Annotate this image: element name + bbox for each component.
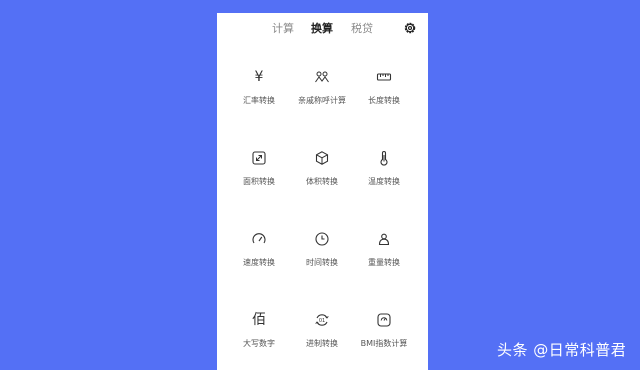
bai-character-icon: 佰 bbox=[252, 312, 266, 328]
tool-bmi[interactable]: BMI指数计算 bbox=[351, 312, 417, 349]
clock-icon bbox=[315, 232, 329, 246]
tool-label: 重量转换 bbox=[368, 258, 400, 267]
converter-panel: 计算 换算 税贷 ¥ 汇率转换 亲戚称呼计算 长度转换 面积转换 体积转换 温度… bbox=[217, 13, 428, 370]
tool-capital-numbers[interactable]: 佰 大写数字 bbox=[226, 312, 292, 349]
tool-length[interactable]: 长度转换 bbox=[351, 69, 417, 106]
yen-icon: ¥ bbox=[254, 69, 264, 85]
binary-icon: 01 bbox=[315, 314, 329, 326]
cube-icon bbox=[315, 151, 329, 165]
tab-tax-loan[interactable]: 税贷 bbox=[351, 21, 373, 37]
scale-icon bbox=[377, 313, 391, 327]
tool-label: 大写数字 bbox=[243, 339, 275, 348]
tool-label: 进制转换 bbox=[306, 339, 338, 348]
tool-label: 速度转换 bbox=[243, 258, 275, 267]
tool-label: 汇率转换 bbox=[243, 96, 275, 105]
tool-time[interactable]: 时间转换 bbox=[289, 231, 355, 268]
tab-calculate[interactable]: 计算 bbox=[272, 21, 294, 37]
tab-bar: 计算 换算 税贷 bbox=[217, 21, 428, 41]
tool-label: 温度转换 bbox=[368, 177, 400, 186]
tool-volume[interactable]: 体积转换 bbox=[289, 150, 355, 187]
tool-relatives-title[interactable]: 亲戚称呼计算 bbox=[289, 69, 355, 106]
tool-temperature[interactable]: 温度转换 bbox=[351, 150, 417, 187]
ruler-icon bbox=[376, 73, 392, 81]
tool-weight[interactable]: 重量转换 bbox=[351, 231, 417, 268]
tool-label: BMI指数计算 bbox=[360, 339, 408, 348]
settings-gear-icon[interactable] bbox=[403, 21, 417, 35]
tool-label: 面积转换 bbox=[243, 177, 275, 186]
weight-icon bbox=[378, 233, 390, 246]
tool-number-base[interactable]: 01 进制转换 bbox=[289, 312, 355, 349]
svg-text:01: 01 bbox=[319, 318, 325, 324]
watermark-text: 头条 @日常科普君 bbox=[497, 341, 627, 359]
tool-area[interactable]: 面积转换 bbox=[226, 150, 292, 187]
tool-speed[interactable]: 速度转换 bbox=[226, 231, 292, 268]
tool-exchange-rate[interactable]: ¥ 汇率转换 bbox=[226, 69, 292, 106]
tab-convert[interactable]: 换算 bbox=[311, 21, 333, 37]
thermometer-icon bbox=[380, 151, 388, 166]
tool-label: 长度转换 bbox=[368, 96, 400, 105]
speedometer-icon bbox=[252, 233, 266, 244]
tool-label: 亲戚称呼计算 bbox=[298, 96, 346, 105]
area-icon bbox=[252, 151, 266, 165]
family-icon bbox=[315, 71, 329, 83]
tool-label: 体积转换 bbox=[306, 177, 338, 186]
tool-label: 时间转换 bbox=[306, 258, 338, 267]
